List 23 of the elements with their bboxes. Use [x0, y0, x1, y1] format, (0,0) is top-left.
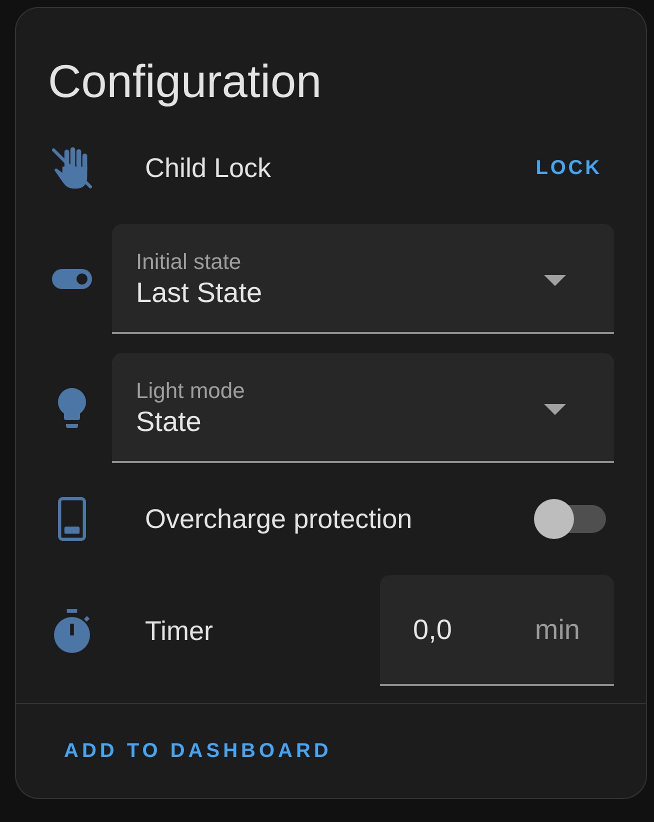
- dropdown-field[interactable]: Light mode State: [112, 353, 614, 463]
- field-label: Light mode: [136, 378, 245, 404]
- toggle-icon: [52, 269, 92, 289]
- unit-label: min: [534, 614, 580, 646]
- lock-button[interactable]: LOCK: [522, 146, 614, 190]
- row-label: Child Lock: [145, 152, 272, 184]
- row-label: Overcharge protection: [145, 503, 412, 535]
- row-label: Timer: [145, 614, 213, 646]
- field-value: State: [136, 405, 202, 439]
- field-label: Initial state: [136, 249, 242, 275]
- card-title: Configuration: [48, 54, 322, 108]
- hand-slash-icon: [52, 146, 92, 190]
- field-value: 0,0: [413, 614, 452, 646]
- lightbulb-icon: [58, 388, 86, 428]
- dropdown-field[interactable]: Initial state Last State: [112, 224, 614, 334]
- caret-icon: [544, 404, 566, 415]
- caret-icon: [544, 275, 566, 286]
- toggle-switch[interactable]: [534, 499, 606, 539]
- number-field[interactable]: 0,0 min: [380, 575, 614, 686]
- stopwatch-icon: [54, 608, 90, 652]
- field-value: Last State: [136, 276, 262, 310]
- add-to-dashboard-button[interactable]: ADD TO DASHBOARD: [56, 727, 340, 775]
- battery-icon: [58, 497, 86, 541]
